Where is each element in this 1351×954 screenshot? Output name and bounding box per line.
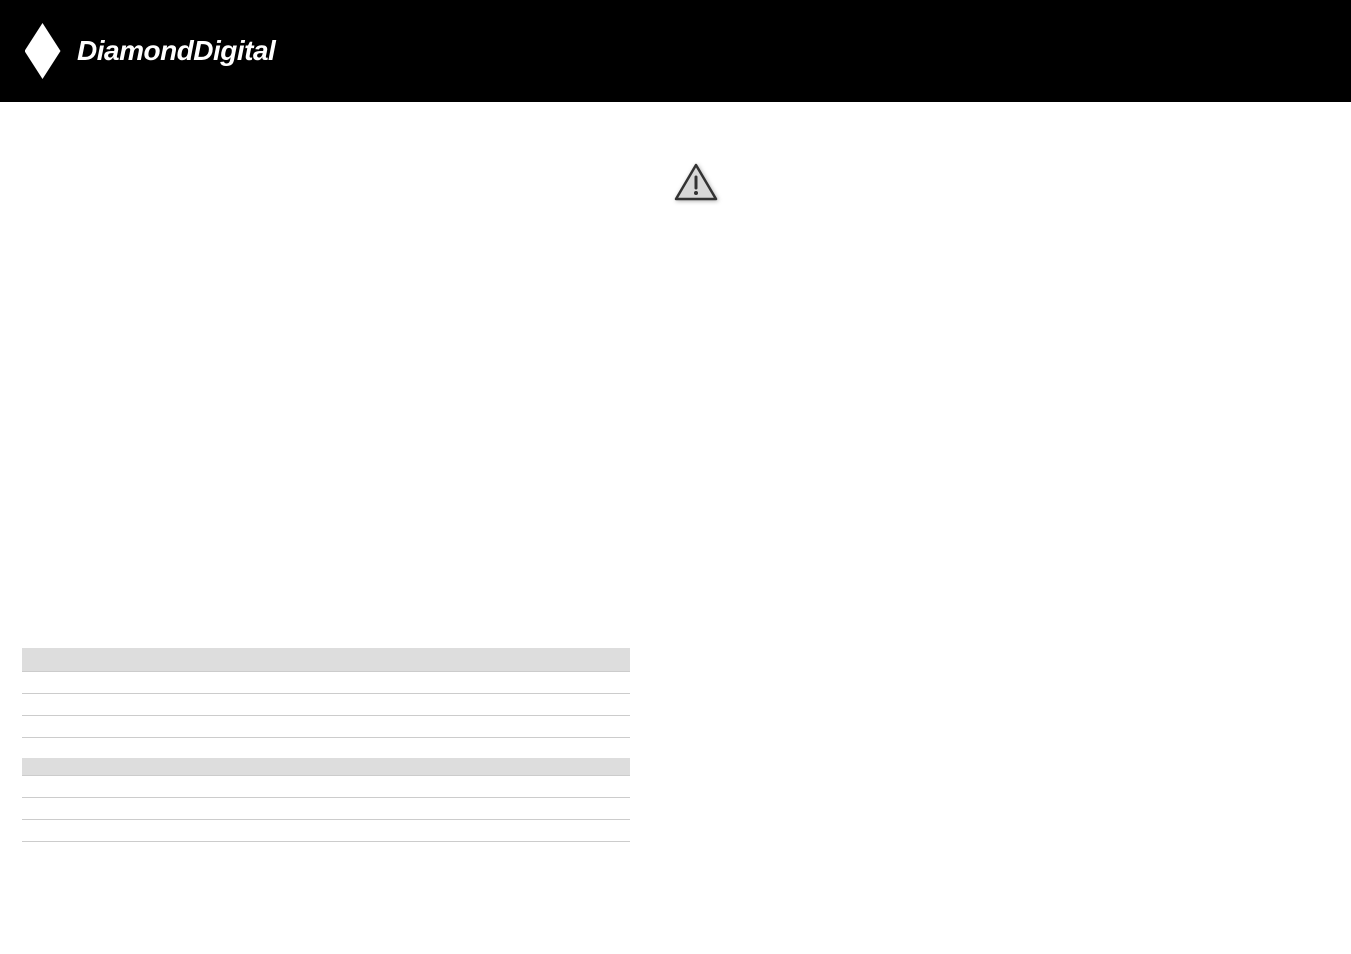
- page-header: DiamondDigital: [0, 0, 1351, 102]
- table-row: [22, 716, 630, 738]
- table-row: [22, 776, 630, 798]
- table-row: [22, 758, 630, 776]
- table-row: [22, 694, 630, 716]
- diamond-logo-icon: [20, 16, 65, 86]
- table-row: [22, 672, 630, 694]
- table-row: [22, 648, 630, 672]
- table-row: [22, 798, 630, 820]
- warning-icon: [672, 162, 720, 202]
- content-area: [0, 102, 1351, 202]
- data-table: [22, 648, 630, 842]
- brand-name: DiamondDigital: [77, 35, 275, 67]
- table-row: [22, 820, 630, 842]
